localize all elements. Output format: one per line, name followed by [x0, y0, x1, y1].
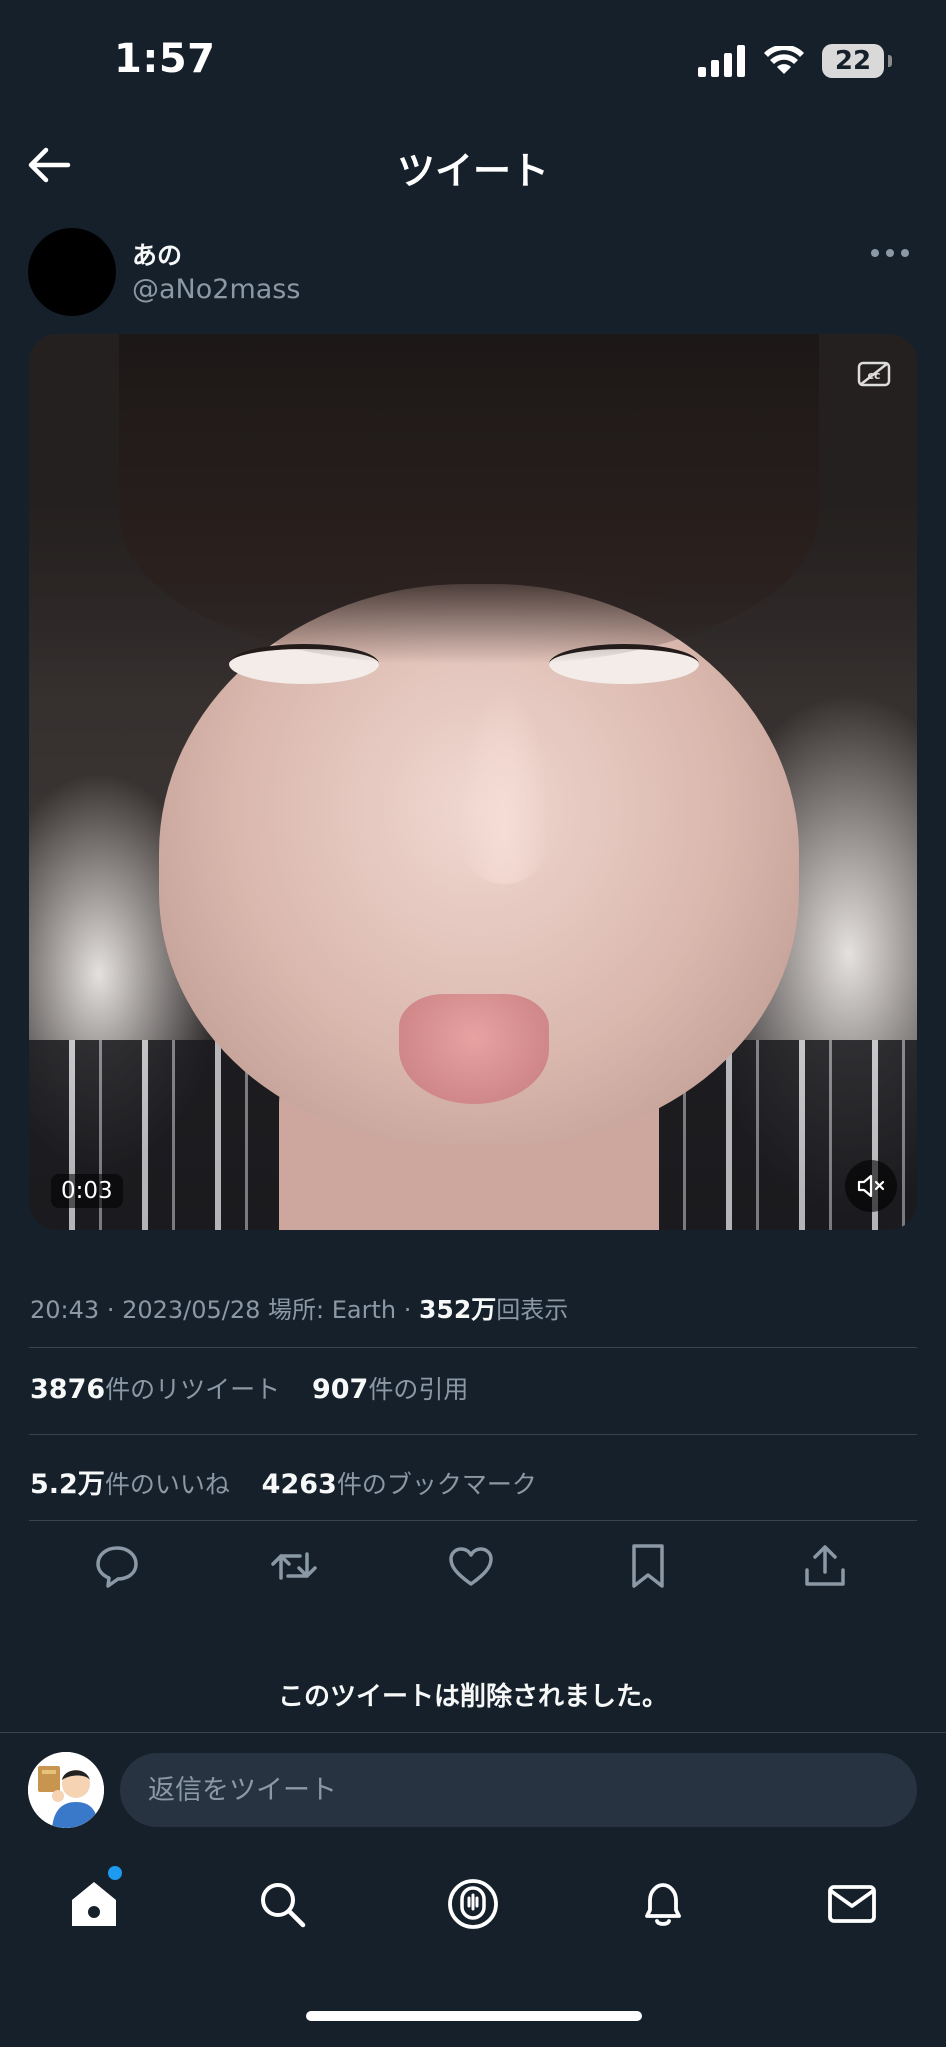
status-time: 1:57 — [114, 36, 216, 82]
quotes-count: 907 — [311, 1374, 369, 1405]
views-count: 352万 — [419, 1295, 497, 1324]
page-title: ツイート — [396, 149, 549, 193]
likes-count: 5.2万 — [30, 1469, 105, 1500]
home-indicator — [306, 2011, 642, 2021]
tab-search[interactable] — [254, 1876, 310, 1932]
user-avatar[interactable] — [28, 1752, 104, 1828]
tweet-video[interactable]: cc 0:03 — [29, 334, 917, 1230]
battery-indicator: 22 — [822, 44, 892, 78]
battery-level: 22 — [834, 46, 872, 76]
tab-spaces[interactable] — [445, 1876, 501, 1932]
author-handle[interactable]: @aNo2mass — [132, 274, 300, 305]
quotes-label: 件の引用 — [368, 1375, 469, 1404]
bookmarks-link[interactable]: 4263件のブックマーク — [261, 1469, 537, 1500]
likes-link[interactable]: 5.2万件のいいね — [30, 1469, 230, 1500]
status-icons: 22 — [698, 44, 892, 78]
more-horizontal-icon — [871, 249, 909, 257]
bookmarks-label: 件のブックマーク — [336, 1470, 537, 1499]
bookmark-icon — [632, 1544, 664, 1588]
notification-dot — [108, 1866, 122, 1880]
author-name[interactable]: あの — [132, 236, 182, 272]
signal-icon — [698, 45, 745, 77]
quotes-link[interactable]: 907件の引用 — [311, 1374, 469, 1405]
tab-notifications[interactable] — [635, 1876, 691, 1932]
spaces-icon — [448, 1879, 498, 1929]
bookmarks-count: 4263 — [261, 1469, 337, 1500]
avatar-illustration-icon — [28, 1752, 104, 1828]
retweets-link[interactable]: 3876件のリツイート — [30, 1374, 281, 1405]
speaker-muted-icon — [857, 1174, 885, 1198]
like-stats-row: 5.2万件のいいね 4263件のブックマーク — [30, 1462, 537, 1501]
deleted-tweet-notice: このツイートは削除されました。 — [277, 1682, 668, 1712]
tweet-time: 20:43 — [30, 1296, 100, 1324]
tweet-meta: 20:43 · 2023/05/28 場所: Earth · 352万回表示 — [30, 1295, 569, 1324]
retweet-icon — [271, 1552, 317, 1580]
retweets-label: 件のリツイート — [105, 1375, 281, 1404]
tab-home[interactable] — [66, 1876, 122, 1932]
retweet-button[interactable] — [268, 1540, 320, 1592]
tweet-date: 2023/05/28 — [122, 1296, 261, 1324]
author-avatar[interactable] — [28, 228, 116, 316]
closed-captions-icon: cc — [857, 361, 891, 387]
home-icon — [72, 1882, 116, 1926]
share-button[interactable] — [799, 1540, 851, 1592]
divider — [29, 1347, 917, 1348]
messages-icon — [828, 1885, 876, 1923]
like-icon — [449, 1547, 493, 1586]
reply-icon — [96, 1546, 138, 1588]
tweet-actions — [0, 1540, 946, 1600]
views-label: 回表示 — [496, 1296, 569, 1324]
more-options-button[interactable] — [868, 238, 912, 268]
video-duration: 0:03 — [51, 1174, 123, 1208]
retweet-stats-row: 3876件のリツイート 907件の引用 — [30, 1370, 468, 1406]
notifications-icon — [645, 1883, 681, 1926]
video-frame-hair — [119, 334, 819, 664]
divider — [0, 1732, 946, 1733]
like-button[interactable] — [445, 1540, 497, 1592]
mute-button[interactable] — [845, 1160, 897, 1212]
reply-button[interactable] — [91, 1540, 143, 1592]
divider — [29, 1520, 917, 1521]
tweet-location[interactable]: 場所: Earth — [268, 1296, 396, 1324]
divider — [29, 1434, 917, 1435]
video-frame-nose — [459, 684, 549, 884]
tab-messages[interactable] — [824, 1876, 880, 1932]
reply-input[interactable] — [120, 1753, 917, 1827]
share-icon — [805, 1545, 845, 1586]
search-icon — [261, 1883, 306, 1928]
video-frame-tongue — [399, 994, 549, 1104]
bookmark-button[interactable] — [622, 1540, 674, 1592]
wifi-icon — [764, 46, 804, 74]
likes-label: 件のいいね — [104, 1470, 230, 1499]
captions-button[interactable]: cc — [857, 360, 891, 388]
retweets-count: 3876 — [30, 1374, 106, 1405]
